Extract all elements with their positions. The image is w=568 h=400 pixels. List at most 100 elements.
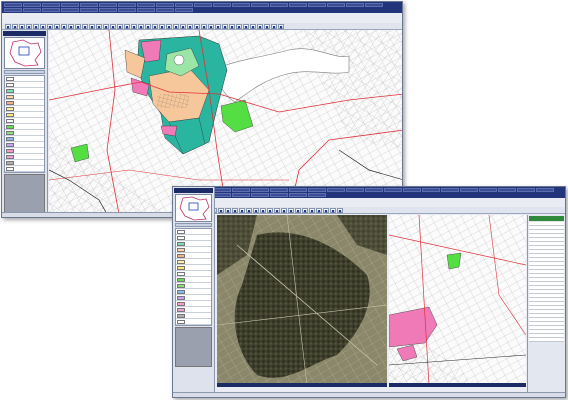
menu-item[interactable] bbox=[118, 8, 136, 12]
toolbar-tool-icon[interactable]: ■ bbox=[330, 207, 336, 213]
toolbar-tool-icon[interactable]: ■ bbox=[208, 23, 214, 29]
toolbar-tool-icon[interactable]: ■ bbox=[267, 207, 273, 213]
toolbar-tool-icon[interactable]: ■ bbox=[187, 23, 193, 29]
toolbar-tool-icon[interactable]: ■ bbox=[201, 23, 207, 29]
toolbar-tool-icon[interactable]: ■ bbox=[12, 23, 18, 29]
menu-item[interactable] bbox=[251, 188, 269, 192]
toolbar-tool-icon[interactable]: ■ bbox=[225, 207, 231, 213]
menu-item[interactable] bbox=[536, 188, 554, 192]
menu-item[interactable] bbox=[365, 3, 383, 7]
menu-item[interactable] bbox=[80, 3, 98, 7]
menu-item[interactable] bbox=[232, 193, 250, 197]
toolbar-tool-icon[interactable]: ■ bbox=[218, 207, 224, 213]
menu-item[interactable] bbox=[498, 188, 516, 192]
menu-item[interactable] bbox=[23, 3, 41, 7]
menu-item[interactable] bbox=[118, 3, 136, 7]
menu-item[interactable] bbox=[289, 3, 307, 7]
toolbar-tool-icon[interactable]: ■ bbox=[250, 23, 256, 29]
menu-item[interactable] bbox=[346, 188, 364, 192]
menu-item[interactable] bbox=[42, 8, 60, 12]
legend-item[interactable] bbox=[176, 319, 211, 325]
toolbar-tool-icon[interactable]: ■ bbox=[173, 23, 179, 29]
toolbar-tool-icon[interactable]: ■ bbox=[264, 23, 270, 29]
menu-item[interactable] bbox=[308, 3, 326, 7]
menu-item[interactable] bbox=[289, 193, 307, 197]
toolbar-tool-icon[interactable]: ■ bbox=[323, 207, 329, 213]
menu-item[interactable] bbox=[251, 193, 269, 197]
toolbar-tool-icon[interactable]: ■ bbox=[288, 207, 294, 213]
toolbar-tool-icon[interactable]: ■ bbox=[54, 23, 60, 29]
toolbar-tool-icon[interactable]: ■ bbox=[68, 23, 74, 29]
toolbar-tool-icon[interactable]: ■ bbox=[61, 23, 67, 29]
menu-item[interactable] bbox=[289, 188, 307, 192]
toolbar-tool-icon[interactable]: ■ bbox=[5, 23, 11, 29]
menu-item[interactable] bbox=[460, 188, 478, 192]
toolbar-tool-icon[interactable]: ■ bbox=[138, 23, 144, 29]
menu-item[interactable] bbox=[441, 188, 459, 192]
toolbar-tool-icon[interactable]: ■ bbox=[281, 207, 287, 213]
toolbar-tool-icon[interactable]: ■ bbox=[316, 207, 322, 213]
toolbar-tool-icon[interactable]: ■ bbox=[309, 207, 315, 213]
toolbar-tool-icon[interactable]: ■ bbox=[229, 23, 235, 29]
toolbar-tool-icon[interactable]: ■ bbox=[145, 23, 151, 29]
toolbar-tool-icon[interactable]: ■ bbox=[194, 23, 200, 29]
menu-item[interactable] bbox=[156, 3, 174, 7]
toolbar-tool-icon[interactable]: ■ bbox=[278, 23, 284, 29]
menu-item[interactable] bbox=[156, 8, 174, 12]
menu-item[interactable] bbox=[194, 3, 212, 7]
toolbar-tool-icon[interactable]: ■ bbox=[103, 23, 109, 29]
toolbar-tool-icon[interactable]: ■ bbox=[232, 207, 238, 213]
toolbar-tool-icon[interactable]: ■ bbox=[110, 23, 116, 29]
toolbar-tool-icon[interactable]: ■ bbox=[159, 23, 165, 29]
menu-item[interactable] bbox=[517, 188, 535, 192]
menu-item[interactable] bbox=[213, 3, 231, 7]
toolbar-tool-icon[interactable]: ■ bbox=[82, 23, 88, 29]
menu-item[interactable] bbox=[137, 8, 155, 12]
line-map-pane[interactable] bbox=[389, 215, 526, 383]
menu-item[interactable] bbox=[270, 193, 288, 197]
toolbar-tool-icon[interactable]: ■ bbox=[215, 23, 221, 29]
menu-item[interactable] bbox=[175, 8, 193, 12]
menu-item[interactable] bbox=[99, 3, 117, 7]
toolbar-tool-icon[interactable]: ■ bbox=[246, 207, 252, 213]
toolbar-tool-icon[interactable]: ■ bbox=[131, 23, 137, 29]
toolbar-tool-icon[interactable]: ■ bbox=[40, 23, 46, 29]
attribute-row[interactable] bbox=[529, 338, 564, 342]
toolbar-tool-icon[interactable]: ■ bbox=[239, 207, 245, 213]
menu-item[interactable] bbox=[4, 3, 22, 7]
menu-item[interactable] bbox=[422, 188, 440, 192]
toolbar-tool-icon[interactable]: ■ bbox=[26, 23, 32, 29]
menu-item[interactable] bbox=[403, 188, 421, 192]
menu-item[interactable] bbox=[308, 188, 326, 192]
toolbar-tool-icon[interactable]: ■ bbox=[152, 23, 158, 29]
menu-item[interactable] bbox=[270, 188, 288, 192]
menu-item[interactable] bbox=[327, 3, 345, 7]
menu-item[interactable] bbox=[4, 8, 22, 12]
toolbar-tool-icon[interactable]: ■ bbox=[295, 207, 301, 213]
menu-item[interactable] bbox=[270, 3, 288, 7]
menu-item[interactable] bbox=[42, 3, 60, 7]
toolbar-tool-icon[interactable]: ■ bbox=[337, 207, 343, 213]
overview-map[interactable] bbox=[175, 194, 212, 222]
menu-item[interactable] bbox=[99, 8, 117, 12]
toolbar-tool-icon[interactable]: ■ bbox=[180, 23, 186, 29]
menu-item[interactable] bbox=[61, 3, 79, 7]
menu-item[interactable] bbox=[175, 3, 193, 7]
menu-item[interactable] bbox=[308, 193, 326, 197]
menu-item[interactable] bbox=[479, 188, 497, 192]
toolbar-tool-icon[interactable]: ■ bbox=[47, 23, 53, 29]
toolbar-tool-icon[interactable]: ■ bbox=[222, 23, 228, 29]
toolbar-tool-icon[interactable]: ■ bbox=[124, 23, 130, 29]
aerial-photo-pane[interactable] bbox=[217, 215, 387, 383]
menu-item[interactable] bbox=[137, 3, 155, 7]
menu-item[interactable] bbox=[384, 188, 402, 192]
menu-item[interactable] bbox=[327, 188, 345, 192]
menu-item[interactable] bbox=[346, 3, 364, 7]
toolbar-tool-icon[interactable]: ■ bbox=[302, 207, 308, 213]
menu-item[interactable] bbox=[232, 3, 250, 7]
menu-item[interactable] bbox=[365, 188, 383, 192]
toolbar-tool-icon[interactable]: ■ bbox=[274, 207, 280, 213]
toolbar-tool-icon[interactable]: ■ bbox=[236, 23, 242, 29]
map-canvas[interactable] bbox=[49, 30, 402, 212]
menu-item[interactable] bbox=[251, 3, 269, 7]
